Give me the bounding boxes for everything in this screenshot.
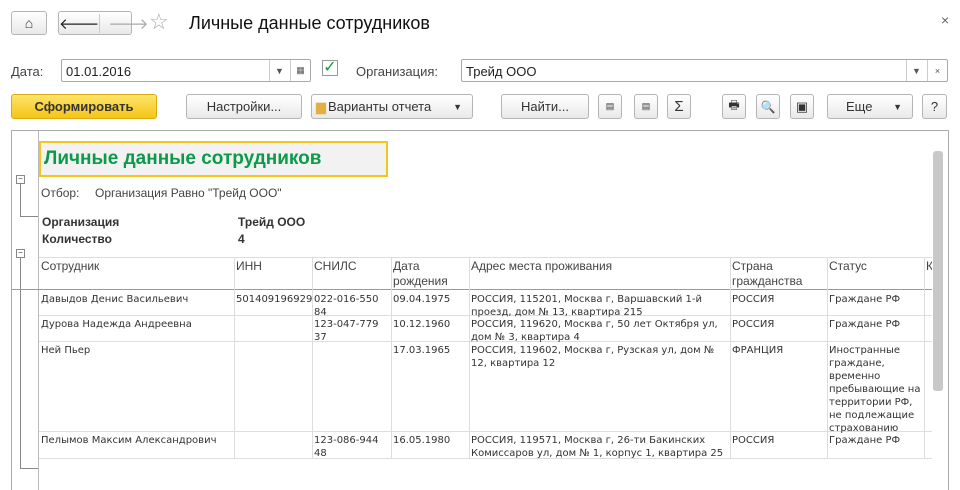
- table-cell-inn: 501409196929: [236, 294, 313, 305]
- table-cell-birth: 16.05.1980: [393, 435, 451, 446]
- column-header[interactable]: ИНН: [234, 257, 312, 276]
- table-cell-name: Дурова Надежда Андреевна: [41, 319, 192, 330]
- org-label: Организация:: [356, 64, 439, 79]
- forward-button[interactable]: 🡒: [99, 13, 148, 33]
- count-value: 4: [238, 232, 245, 246]
- date-value: 01.01.2016: [66, 64, 132, 79]
- generate-button[interactable]: Сформировать: [11, 94, 157, 119]
- table-cell-status: Граждане РФ: [829, 294, 901, 305]
- org-clear-button[interactable]: ×: [927, 60, 947, 81]
- table-cell-birth: 10.12.1960: [393, 319, 451, 330]
- column-header[interactable]: Дата рождения: [391, 257, 469, 291]
- table-cell-address: РОССИЯ, 119571, Москва г, 26-ти Бакински…: [471, 435, 724, 459]
- date-field[interactable]: 01.01.2016 ▼ ▦: [61, 59, 311, 82]
- table-cell-name: Пелымов Максим Александрович: [41, 435, 217, 446]
- report-area: − − Личные данные сотрудников Отбор: Орг…: [11, 130, 949, 490]
- home-icon: ⌂: [24, 15, 34, 31]
- preview-icon: 🔍: [760, 99, 776, 114]
- column-header[interactable]: Статус: [827, 257, 924, 276]
- filter-value: Организация Равно "Трейд ООО": [95, 186, 282, 200]
- report-variants-button[interactable]: ▆ Варианты отчета ▼: [311, 94, 473, 119]
- calendar-button[interactable]: ▦: [290, 60, 310, 81]
- expand-groups-button[interactable]: ▤: [634, 94, 658, 119]
- date-checkbox[interactable]: ✓: [322, 60, 338, 76]
- table-cell-country: РОССИЯ: [732, 294, 775, 305]
- vertical-scrollbar[interactable]: [933, 151, 943, 391]
- table-cell-snils: 123-086-944 48: [314, 435, 379, 459]
- favorite-star-icon[interactable]: ☆: [149, 9, 169, 35]
- floppy-icon: ▣: [795, 98, 809, 114]
- back-button[interactable]: 🡐: [59, 14, 99, 33]
- report-title: Личные данные сотрудников: [39, 141, 388, 177]
- close-button[interactable]: ×: [941, 12, 949, 28]
- table-cell-address: РОССИЯ, 119602, Москва г, Рузская ул, до…: [471, 345, 715, 369]
- column-header[interactable]: Адрес места проживания: [469, 257, 730, 276]
- table-cell-country: РОССИЯ: [732, 319, 775, 330]
- grouping-icon: ▤: [641, 101, 651, 111]
- column-header[interactable]: СНИЛС: [312, 257, 391, 276]
- organization-value: Трейд ООО: [466, 64, 537, 79]
- chevron-down-icon: ▼: [453, 101, 462, 112]
- nav-buttons: 🡐 🡒: [58, 11, 148, 35]
- help-button[interactable]: ?: [922, 94, 947, 119]
- table-cell-country: РОССИЯ: [732, 435, 775, 446]
- more-label: Еще: [846, 99, 873, 114]
- table-cell-birth: 09.04.1975: [393, 294, 451, 305]
- preview-button[interactable]: 🔍: [756, 94, 780, 119]
- table-cell-status: Граждане РФ: [829, 435, 901, 446]
- table-cell-inn: [234, 315, 312, 321]
- find-button[interactable]: Найти...: [501, 94, 589, 119]
- table-cell-birth: 17.03.1965: [393, 345, 451, 356]
- more-button[interactable]: Еще ▼: [827, 94, 913, 119]
- save-button[interactable]: ▣: [790, 94, 814, 119]
- table-cell-country: ФРАНЦИЯ: [732, 345, 784, 356]
- organization-field[interactable]: Трейд ООО ▼ ×: [461, 59, 948, 82]
- table-cell-name: Давыдов Денис Васильевич: [41, 294, 189, 305]
- table-cell-status: Иностранные граждане, временно пребывающ…: [829, 345, 921, 434]
- table-cell-inn: [234, 341, 312, 347]
- table-cell-snils: [312, 341, 391, 347]
- column-header[interactable]: Страна гражданства: [730, 257, 827, 291]
- table-cell-name: Ней Пьер: [41, 345, 91, 356]
- variants-label: Варианты отчета: [328, 99, 432, 114]
- window-title: Личные данные сотрудников: [189, 13, 430, 33]
- sum-button[interactable]: Σ: [667, 94, 691, 119]
- settings-button[interactable]: Настройки...: [186, 94, 302, 119]
- collapse-toggle[interactable]: −: [16, 175, 25, 184]
- group-org-label: Организация: [42, 215, 120, 229]
- column-header[interactable]: К: [924, 257, 932, 276]
- grouping-icon: ▤: [605, 101, 615, 111]
- count-label: Количество: [42, 232, 112, 246]
- collapse-groups-button[interactable]: ▤: [598, 94, 622, 119]
- printer-icon: 🖶: [728, 98, 740, 112]
- column-header[interactable]: Сотрудник: [39, 257, 234, 276]
- org-dropdown-button[interactable]: ▼: [906, 60, 926, 81]
- date-label: Дата:: [11, 64, 44, 79]
- date-dropdown-button[interactable]: ▼: [269, 60, 289, 81]
- group-org-value: Трейд ООО: [238, 215, 306, 229]
- table-cell-status: Граждане РФ: [829, 319, 901, 330]
- print-button[interactable]: 🖶: [722, 94, 746, 119]
- home-button[interactable]: ⌂: [11, 11, 47, 35]
- chevron-down-icon: ▼: [893, 101, 902, 112]
- folder-icon: ▆: [316, 98, 326, 114]
- filter-label: Отбор:: [41, 186, 80, 200]
- table-cell-inn: [234, 431, 312, 437]
- collapse-toggle[interactable]: −: [16, 249, 25, 258]
